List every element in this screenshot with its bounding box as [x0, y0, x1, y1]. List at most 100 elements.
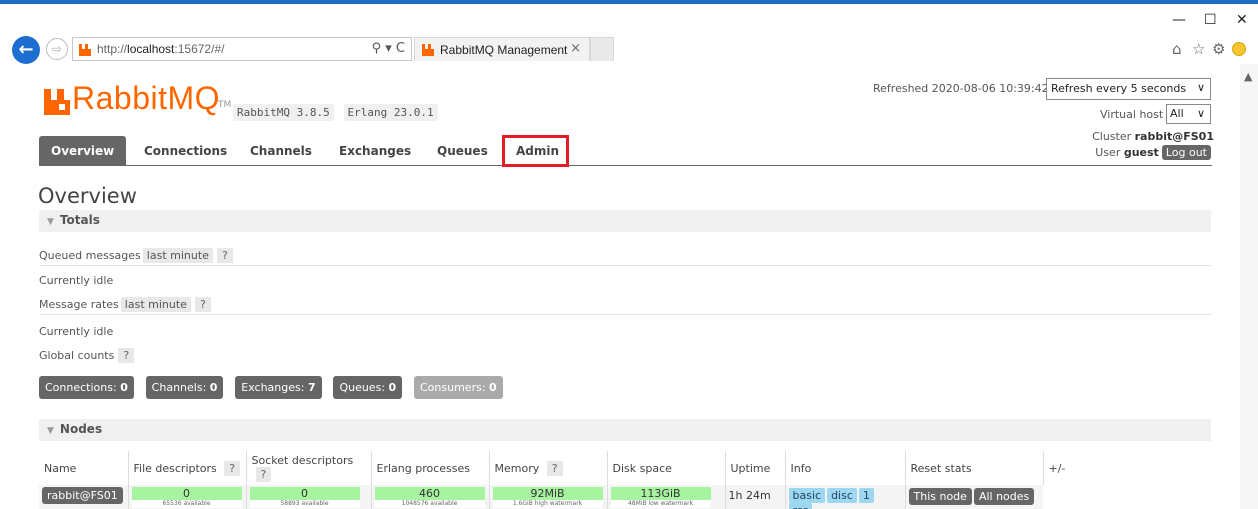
sd-available: 58893 available: [249, 500, 360, 508]
rates-help-button[interactable]: ?: [194, 297, 211, 312]
reset-all-nodes-button[interactable]: All nodes: [973, 488, 1035, 505]
queued-messages-row: Queued messages last minute?: [39, 248, 233, 263]
url-text[interactable]: http://localhost:15672/#/: [97, 42, 224, 56]
info-tag-count: 1: [858, 488, 874, 503]
totals-section-header[interactable]: ▼ Totals: [39, 210, 1211, 232]
new-tab-button[interactable]: [590, 37, 614, 61]
table-row: rabbit@FS01 0 65536 available 0 58893 avai…: [39, 485, 1073, 509]
back-arrow-icon[interactable]: ←: [12, 36, 40, 64]
exchanges-count-button[interactable]: Exchanges: 7: [235, 376, 322, 399]
feedback-smiley-icon[interactable]: [1232, 42, 1246, 56]
tab-queues[interactable]: Queues: [437, 144, 488, 158]
collapse-triangle-icon: ▼: [47, 426, 54, 436]
global-help-button[interactable]: ?: [118, 348, 135, 363]
rabbitmq-favicon-icon: [422, 44, 434, 56]
home-icon[interactable]: ⌂: [1172, 40, 1182, 58]
memory-meter: 92MiB 1.6GiB high watermark: [492, 487, 603, 508]
fd-available: 65536 available: [131, 500, 242, 508]
info-tag-disc: disc: [827, 488, 857, 503]
divider: [39, 314, 1211, 315]
favorites-star-icon[interactable]: ☆: [1192, 40, 1205, 58]
connections-count-button[interactable]: Connections: 0: [39, 376, 134, 399]
maximize-icon[interactable]: ☐: [1204, 12, 1217, 28]
disk-meter: 113GiB 48MiB low watermark: [610, 487, 711, 508]
forward-arrow-icon[interactable]: ⇨: [46, 38, 68, 60]
minimize-icon[interactable]: —: [1172, 12, 1186, 28]
ep-available: 1048576 available: [374, 500, 485, 508]
node-name-link[interactable]: rabbit@FS01: [42, 487, 123, 504]
admin-highlight-box: [502, 135, 569, 167]
col-reset-stats: Reset stats: [904, 451, 1043, 485]
vertical-scrollbar[interactable]: ▲: [1240, 64, 1258, 509]
queued-help-button[interactable]: ?: [216, 248, 233, 263]
logo-wordmark: RabbitMQ: [72, 80, 221, 116]
channels-count-button[interactable]: Channels: 0: [145, 376, 224, 399]
tab-title: RabbitMQ Management: [440, 43, 568, 57]
close-window-icon[interactable]: ✕: [1236, 12, 1248, 28]
col-uptime: Uptime: [724, 451, 785, 485]
settings-gear-icon[interactable]: ⚙: [1212, 40, 1225, 58]
nodes-section-header[interactable]: ▼ Nodes: [39, 419, 1211, 441]
scroll-up-icon[interactable]: ▲: [1244, 70, 1252, 83]
sd-cell: 0 58893 available: [245, 485, 371, 509]
tab-channels[interactable]: Channels: [250, 144, 312, 158]
consumers-count-button[interactable]: Consumers: 0: [414, 376, 503, 399]
rabbitmq-logo-icon: [44, 89, 70, 115]
queued-messages-label: Queued messages: [39, 249, 141, 262]
memory-watermark: 1.6GiB high watermark: [492, 500, 603, 508]
table-header-row: Name File descriptors ? Socket descripto…: [39, 451, 1073, 485]
col-disk-space: Disk space: [606, 451, 725, 485]
empty-cell: [1043, 485, 1073, 509]
management-page: RabbitMQ TM RabbitMQ 3.8.5 Erlang 23.0.1…: [0, 64, 1240, 509]
memory-help-button[interactable]: ?: [546, 460, 563, 476]
col-file-descriptors: File descriptors ?: [127, 451, 246, 485]
queues-count-button[interactable]: Queues: 0: [333, 376, 403, 399]
chevron-down-icon: ∨: [1196, 81, 1205, 94]
browser-tab[interactable]: RabbitMQ Management ×: [414, 37, 590, 61]
tab-overview[interactable]: Overview: [39, 136, 127, 166]
ep-meter: 460 1048576 available: [374, 487, 485, 508]
reset-this-node-button[interactable]: This node: [908, 488, 972, 505]
ep-cell: 460 1048576 available: [370, 485, 489, 509]
tab-close-icon[interactable]: ×: [570, 41, 581, 56]
reset-cell: This node All nodes: [904, 485, 1043, 509]
address-bar[interactable]: http://localhost:15672/#/ ⚲ ▾ C: [72, 37, 412, 61]
fd-cell: 0 65536 available: [127, 485, 246, 509]
rabbitmq-version: RabbitMQ 3.8.5: [233, 104, 334, 121]
info-tag-basic: basic: [788, 488, 826, 503]
sd-help-button[interactable]: ?: [255, 467, 272, 482]
global-counts: Connections: 0 Channels: 0 Exchanges: 7 …: [39, 376, 511, 399]
divider: [39, 265, 1211, 266]
tab-connections[interactable]: Connections: [144, 144, 227, 158]
col-name: Name: [44, 461, 77, 475]
message-rates-row: Message rates last minute?: [39, 297, 211, 312]
address-search-refresh-icon[interactable]: ⚲ ▾ C: [372, 41, 405, 56]
refresh-interval-select[interactable]: Refresh every 5 seconds ∨: [1046, 78, 1211, 100]
rabbitmq-favicon-icon: [79, 44, 91, 56]
vhost-label: Virtual host: [1100, 108, 1164, 121]
refresh-select-value: Refresh every 5 seconds: [1051, 82, 1187, 95]
totals-section-label: Totals: [59, 213, 100, 227]
rates-range-selector[interactable]: last minute: [120, 297, 191, 312]
version-info: RabbitMQ 3.8.5 Erlang 23.0.1: [233, 104, 444, 121]
fd-help-button[interactable]: ?: [224, 460, 241, 476]
info-tag-rss: rss: [788, 503, 813, 509]
vhost-select[interactable]: All ∨: [1166, 104, 1211, 124]
queued-range-selector[interactable]: last minute: [142, 248, 213, 263]
node-name-cell: rabbit@FS01: [39, 485, 128, 509]
page-title: Overview: [38, 184, 137, 208]
idle-text-2: Currently idle: [39, 325, 114, 338]
info-cell: basicdisc1 rss: [784, 485, 905, 509]
disk-watermark: 48MiB low watermark: [610, 500, 711, 508]
idle-text-1: Currently idle: [39, 274, 114, 287]
global-counts-row: Global counts?: [39, 348, 135, 363]
chevron-down-icon: ∨: [1196, 107, 1205, 120]
vhost-select-value: All: [1170, 107, 1184, 120]
vhost-row: Virtual host All ∨: [1080, 104, 1211, 126]
columns-toggle-button[interactable]: +/-: [1042, 451, 1073, 485]
nodes-section-label: Nodes: [59, 422, 103, 436]
nodes-table: Name File descriptors ? Socket descripto…: [39, 451, 1073, 509]
memory-cell: 92MiB 1.6GiB high watermark: [488, 485, 607, 509]
col-memory: Memory ?: [488, 451, 607, 485]
tab-exchanges[interactable]: Exchanges: [339, 144, 411, 158]
